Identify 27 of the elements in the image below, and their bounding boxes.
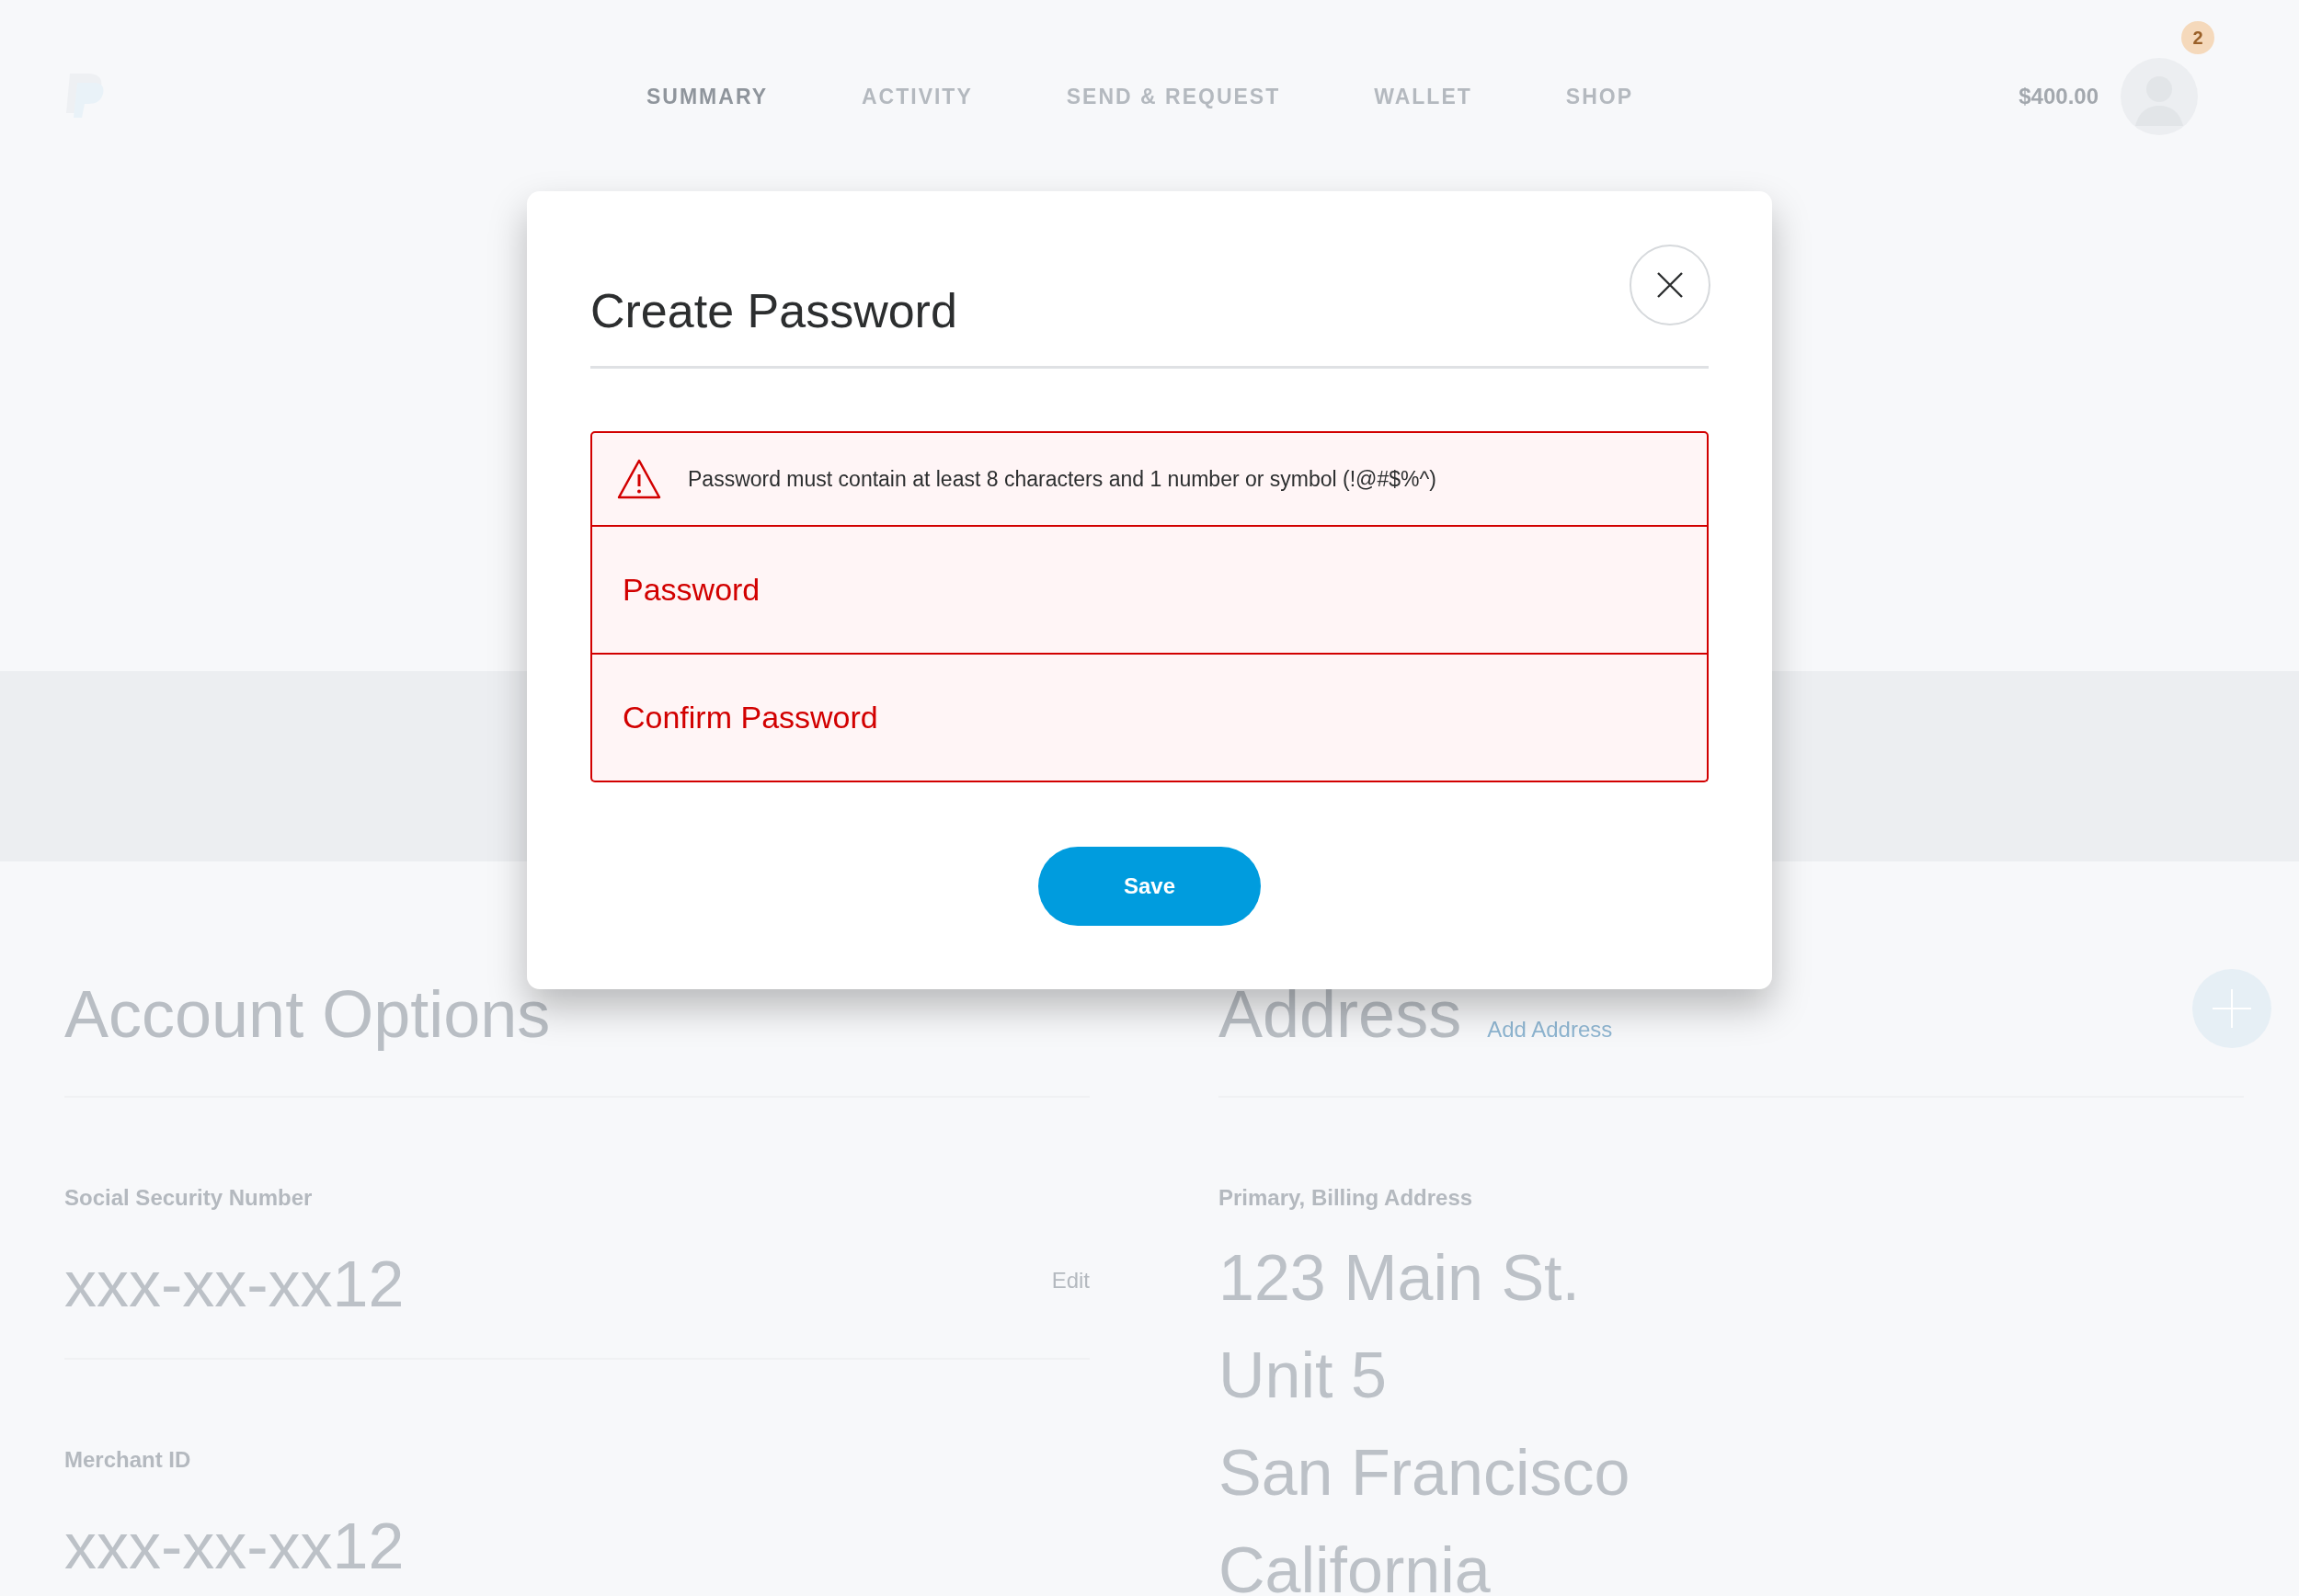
warning-icon xyxy=(616,458,662,500)
field-value: xxx-xx-xx12 xyxy=(64,1248,405,1321)
nav-tab[interactable]: SUMMARY xyxy=(646,84,768,109)
nav-tab[interactable]: WALLET xyxy=(1374,84,1472,109)
address-line: San Francisco xyxy=(1218,1436,1630,1510)
field-label: Social Security Number xyxy=(64,1185,313,1211)
password-field[interactable]: Password xyxy=(590,527,1709,655)
address-line: Unit 5 xyxy=(1218,1339,1388,1413)
nav-tab[interactable]: SHOP xyxy=(1565,84,1633,109)
field-value: xxx-xx-xx12 xyxy=(64,1510,405,1583)
field-label: Merchant ID xyxy=(64,1447,191,1473)
balance-amount: $400.00 xyxy=(2019,84,2099,109)
edit-link[interactable]: Edit xyxy=(1051,1268,1090,1294)
address-line: California xyxy=(1218,1533,1492,1596)
close-icon xyxy=(1656,271,1684,299)
save-button[interactable]: Save xyxy=(1038,847,1261,926)
address-line: 123 Main St. xyxy=(1218,1241,1581,1316)
section-title: Address xyxy=(1218,976,1462,1052)
field-label: Primary, Billing Address xyxy=(1218,1185,1473,1211)
nav-tab[interactable]: ACTIVITY xyxy=(862,84,973,109)
error-message: Password must contain at least 8 characters and 1 number or symbol (!@#$%^) xyxy=(688,466,1436,492)
dialog-title: Create Password xyxy=(590,283,957,338)
nav-tab[interactable]: SEND & REQUEST xyxy=(1066,84,1281,109)
notification-badge: 2 xyxy=(2181,21,2214,54)
section-title: Account Options xyxy=(64,976,551,1052)
add-address-link[interactable]: Add Address xyxy=(1487,1017,1613,1043)
password-field[interactable]: Confirm Password xyxy=(590,655,1709,782)
